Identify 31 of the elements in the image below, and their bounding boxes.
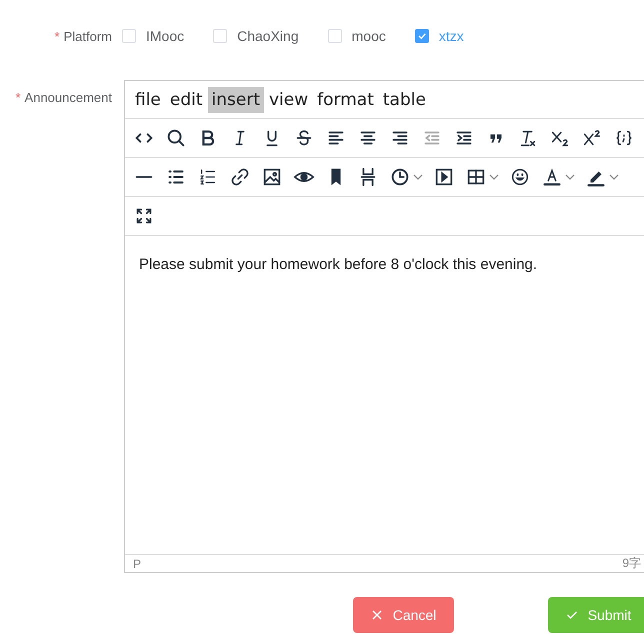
caret-icon[interactable] xyxy=(413,172,423,182)
content-paragraph: Please submit your homework before 8 o'clock this evening. xyxy=(139,256,538,273)
field-label: Platform xyxy=(64,28,112,44)
editor-content[interactable]: Please submit your homework before 8 o'clock this evening. xyxy=(125,236,644,555)
play-icon[interactable] xyxy=(433,166,455,188)
menu-item[interactable]: view xyxy=(265,86,312,112)
text-color-icon[interactable] xyxy=(541,166,563,188)
image-icon[interactable] xyxy=(261,166,283,188)
field-label: Announcement xyxy=(24,90,112,105)
required-mark: * xyxy=(15,90,21,105)
checkbox-option[interactable]: ChaoXing xyxy=(213,28,299,44)
link-icon[interactable] xyxy=(229,166,251,188)
word-count: 9字 xyxy=(622,555,641,572)
search-icon[interactable] xyxy=(165,127,187,149)
menu-item[interactable]: table xyxy=(378,86,430,112)
required-mark: * xyxy=(54,28,60,44)
check-icon xyxy=(566,609,578,621)
checkbox-option[interactable]: IMooc xyxy=(122,28,184,44)
caret-icon[interactable] xyxy=(565,172,575,182)
caret-icon[interactable] xyxy=(609,172,619,182)
close-icon xyxy=(370,609,383,621)
menu-item[interactable]: format xyxy=(313,86,378,112)
clock-icon[interactable] xyxy=(389,166,411,188)
menu-item[interactable]: edit xyxy=(166,86,207,112)
menu-item[interactable]: file xyxy=(131,86,165,112)
checkbox-option[interactable]: mooc xyxy=(328,28,386,44)
element-path: P xyxy=(133,556,142,570)
smiley-icon[interactable] xyxy=(509,166,531,188)
caret-icon[interactable] xyxy=(489,172,499,182)
checkmark-icon xyxy=(416,31,427,41)
menu-item[interactable]: insert xyxy=(208,86,264,112)
